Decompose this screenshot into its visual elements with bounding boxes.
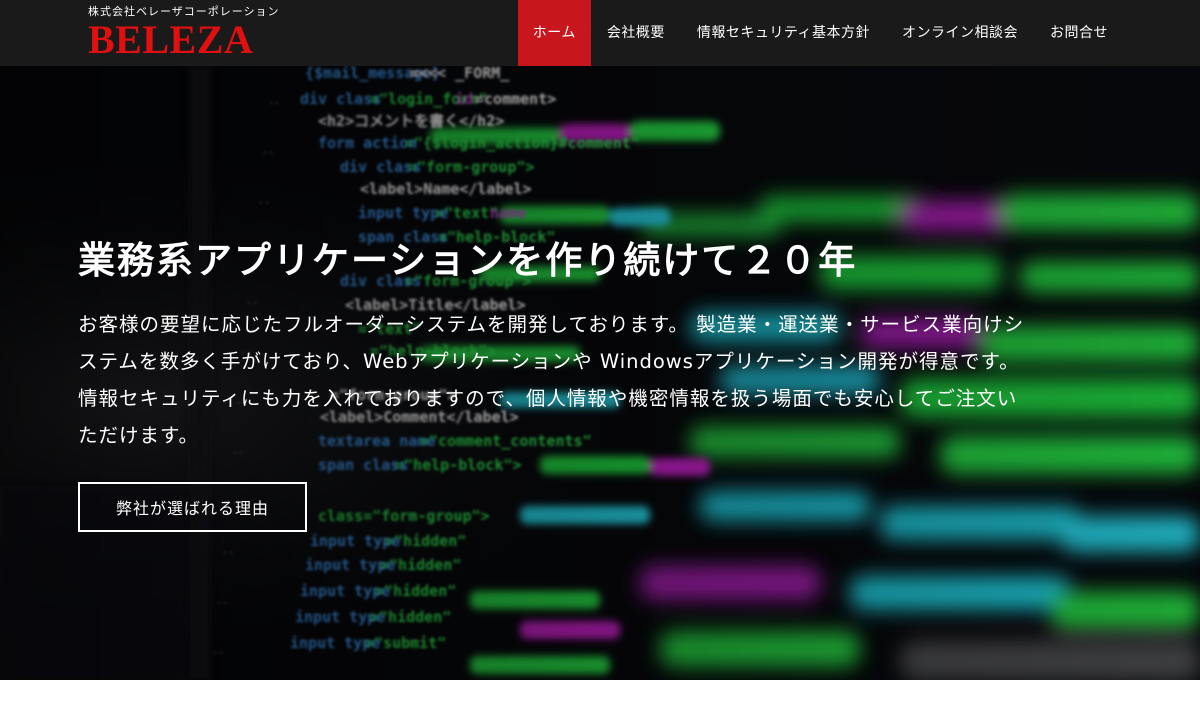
site-logo[interactable]: 株式会社ベレーザコーポレーション BELEZA [88,5,280,60]
hero-section: {$mail_message} =<<< _FORM_ div class="l… [0,66,1200,680]
logo-wordmark: BELEZA [88,17,254,62]
nav-item-online-consultation[interactable]: オンライン相談会 [886,0,1034,66]
nav-item-security-policy[interactable]: 情報セキュリティ基本方針 [681,0,886,66]
hero-description-line: ただけます。 [78,424,200,447]
hero-title: 業務系アプリケーションを作り続けて２０年 [78,239,858,282]
content-area [0,680,1200,718]
hero-description-line: 情報セキュリティにも力を入れておりますので、個人情報や機密情報を扱う場面でも安心… [78,387,1018,410]
hero-description: お客様の要望に応じたフルオーダーシステムを開発しております。 製造業・運送業・サ… [78,306,1118,454]
why-choose-us-button[interactable]: 弊社が選ばれる理由 [78,482,307,532]
hero-description-line: お客様の要望に応じたフルオーダーシステムを開発しております。 製造業・運送業・サ… [78,313,1025,336]
page: 株式会社ベレーザコーポレーション BELEZA ホーム 会社概要 情報セキュリテ… [0,0,1200,718]
nav-item-company[interactable]: 会社概要 [591,0,681,66]
hero-description-line: ステムを数多く手がけており、Webアプリケーションや Windowsアプリケーシ… [78,350,1020,373]
site-header: 株式会社ベレーザコーポレーション BELEZA ホーム 会社概要 情報セキュリテ… [0,0,1200,66]
nav-item-contact[interactable]: お問合せ [1034,0,1124,66]
nav-item-home[interactable]: ホーム [517,0,591,66]
main-nav: ホーム 会社概要 情報セキュリティ基本方針 オンライン相談会 お問合せ [517,0,1124,66]
